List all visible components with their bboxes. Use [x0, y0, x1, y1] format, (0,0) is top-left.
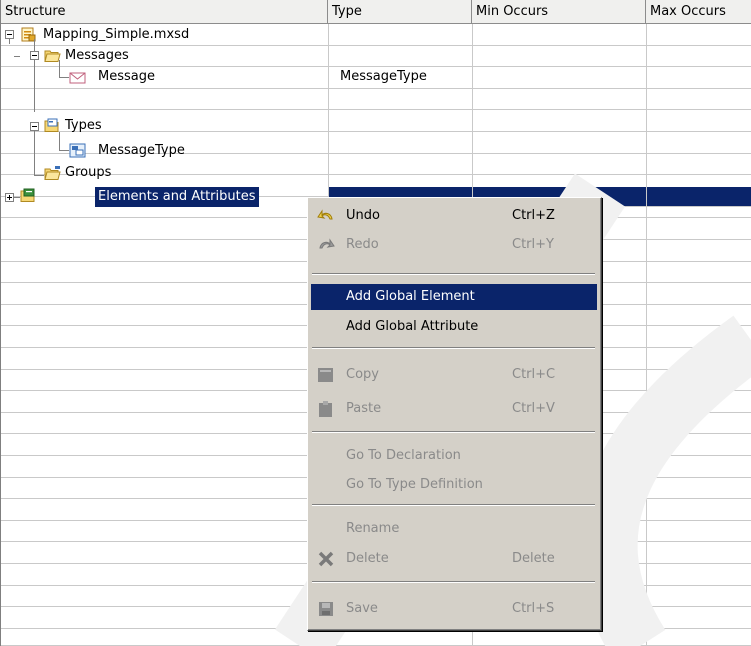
menu-item-add-global-attribute[interactable]: Add Global Attribute	[311, 314, 597, 340]
delete-icon	[318, 551, 334, 567]
menu-separator	[312, 581, 595, 583]
table-row[interactable]	[1, 629, 751, 646]
message-type-value: MessageType	[340, 69, 427, 84]
types-folder-icon	[44, 118, 59, 132]
menu-item-add-global-element[interactable]: Add Global Element	[311, 284, 597, 310]
column-header-min-occurs[interactable]: Min Occurs	[472, 0, 646, 24]
column-header-structure[interactable]: Structure	[1, 0, 328, 24]
paste-icon	[319, 401, 332, 417]
collapse-toggle[interactable]	[5, 30, 14, 39]
groups-folder-icon	[44, 166, 61, 180]
menu-item-undo[interactable]: Undo Ctrl+Z	[311, 203, 597, 229]
tree-item-message[interactable]: Message	[98, 67, 155, 87]
tree-line	[9, 39, 10, 44]
column-header-type[interactable]: Type	[328, 0, 472, 24]
column-divider	[646, 24, 647, 646]
menu-item-paste[interactable]: Paste Ctrl+V	[311, 396, 597, 422]
tree-item-root[interactable]: Mapping_Simple.mxsd	[43, 25, 189, 45]
complex-type-icon	[69, 143, 86, 158]
tree-item-messagetype[interactable]: MessageType	[98, 141, 185, 161]
tree-item-elements-and-attributes[interactable]: Elements and Attributes	[95, 187, 259, 207]
table-row[interactable]	[1, 110, 751, 132]
undo-icon	[317, 209, 333, 220]
menu-separator	[312, 347, 595, 349]
menu-item-rename[interactable]: Rename	[311, 516, 597, 542]
tree-item-types[interactable]: Types	[65, 116, 102, 136]
menu-separator	[312, 504, 595, 506]
menu-item-go-to-declaration[interactable]: Go To Declaration	[311, 443, 597, 469]
tree-item-messages[interactable]: Messages	[65, 46, 129, 66]
message-envelope-icon	[69, 72, 86, 84]
elements-folder-icon	[20, 188, 35, 202]
menu-item-delete[interactable]: Delete Delete	[311, 546, 597, 572]
menu-item-go-to-type-definition[interactable]: Go To Type Definition	[311, 472, 597, 498]
expand-toggle[interactable]	[5, 193, 14, 202]
redo-icon	[319, 238, 335, 249]
menu-item-redo[interactable]: Redo Ctrl+Y	[311, 232, 597, 258]
column-header-max-occurs[interactable]: Max Occurs	[646, 0, 751, 24]
menu-separator	[312, 273, 595, 275]
table-row[interactable]	[1, 89, 751, 111]
collapse-toggle[interactable]	[30, 51, 39, 60]
context-menu: Undo Ctrl+Z Redo Ctrl+Y Add Global Element…	[307, 197, 602, 631]
tree-item-groups[interactable]: Groups	[65, 163, 111, 183]
menu-item-save[interactable]: Save Ctrl+S	[311, 596, 597, 622]
menu-item-copy[interactable]: Copy Ctrl+C	[311, 362, 597, 388]
copy-icon	[318, 368, 333, 382]
menu-separator	[312, 431, 595, 433]
save-icon	[319, 602, 333, 616]
